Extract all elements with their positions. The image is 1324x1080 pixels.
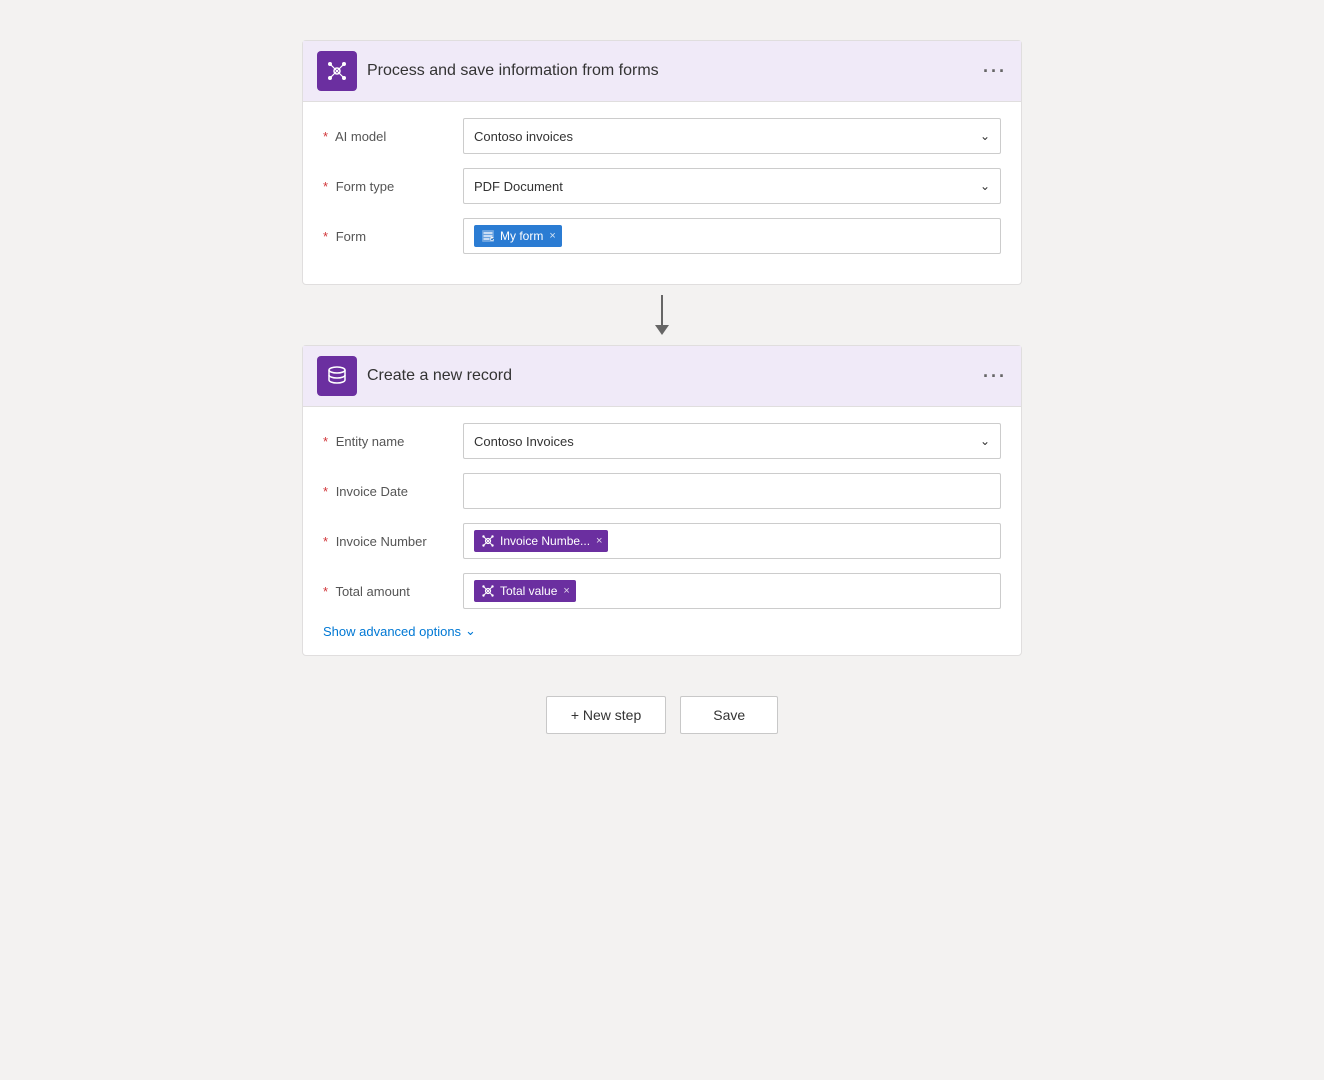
show-advanced-chevron-icon: ⌄ <box>465 623 476 639</box>
card-create-record-body: * Entity name Contoso Invoices ⌄ * Invoi… <box>303 407 1021 655</box>
invoice-number-tag-close[interactable]: × <box>596 535 602 547</box>
ai-builder-icon-2 <box>481 584 495 598</box>
invoice-number-required-star: * <box>323 534 328 549</box>
card-process-forms-menu[interactable]: ··· <box>983 61 1007 82</box>
card-process-forms-title: Process and save information from forms <box>367 62 973 80</box>
ai-model-value: Contoso invoices <box>474 129 573 144</box>
invoice-date-row: * Invoice Date <box>323 473 1001 509</box>
invoice-number-tag: Invoice Numbe... × <box>474 530 608 552</box>
total-amount-input[interactable]: Total value × <box>463 573 1001 609</box>
form-required-star: * <box>323 229 328 244</box>
entity-name-chevron-icon: ⌄ <box>980 434 990 448</box>
ai-model-row: * AI model Contoso invoices ⌄ <box>323 118 1001 154</box>
invoice-date-label: * Invoice Date <box>323 484 463 499</box>
my-form-tag: My form × <box>474 225 562 247</box>
my-form-tag-close[interactable]: × <box>549 230 555 242</box>
page-container: Process and save information from forms … <box>0 20 1324 1080</box>
invoice-number-row: * Invoice Number <box>323 523 1001 559</box>
total-amount-required-star: * <box>323 584 328 599</box>
arrow-head-1 <box>655 325 669 335</box>
form-type-select[interactable]: PDF Document ⌄ <box>463 168 1001 204</box>
card-process-forms-header: Process and save information from forms … <box>303 41 1021 102</box>
flow-container: Process and save information from forms … <box>302 40 1022 734</box>
arrow-connector-1 <box>655 285 669 345</box>
show-advanced-options[interactable]: Show advanced options ⌄ <box>323 623 1001 639</box>
card-create-record-icon <box>317 356 357 396</box>
save-button[interactable]: Save <box>680 696 778 734</box>
my-form-tag-icon <box>480 228 496 244</box>
ai-model-required-star: * <box>323 129 328 144</box>
form-type-chevron-icon: ⌄ <box>980 179 990 193</box>
invoice-number-label: * Invoice Number <box>323 534 463 549</box>
invoice-number-input[interactable]: Invoice Numbe... × <box>463 523 1001 559</box>
total-amount-label: * Total amount <box>323 584 463 599</box>
process-forms-svg-icon <box>325 59 349 83</box>
invoice-number-tag-icon <box>480 533 496 549</box>
form-type-label: * Form type <box>323 179 463 194</box>
total-amount-row: * Total amount <box>323 573 1001 609</box>
card-process-forms-icon <box>317 51 357 91</box>
arrow-line-1 <box>661 295 663 325</box>
form-input[interactable]: My form × <box>463 218 1001 254</box>
entity-name-row: * Entity name Contoso Invoices ⌄ <box>323 423 1001 459</box>
show-advanced-label: Show advanced options <box>323 624 461 639</box>
total-amount-tag-close[interactable]: × <box>563 585 569 597</box>
ai-model-select[interactable]: Contoso invoices ⌄ <box>463 118 1001 154</box>
card-create-record-header: Create a new record ··· <box>303 346 1021 407</box>
invoice-date-input[interactable] <box>463 473 1001 509</box>
my-form-tag-text: My form <box>500 229 543 243</box>
entity-name-required-star: * <box>323 434 328 449</box>
create-record-svg-icon <box>325 364 349 388</box>
new-step-button[interactable]: + New step <box>546 696 666 734</box>
form-type-required-star: * <box>323 179 328 194</box>
form-label: * Form <box>323 229 463 244</box>
total-amount-tag-text: Total value <box>500 584 557 598</box>
ai-model-chevron-icon: ⌄ <box>980 129 990 143</box>
entity-name-select[interactable]: Contoso Invoices ⌄ <box>463 423 1001 459</box>
card-create-record: Create a new record ··· * Entity name Co… <box>302 345 1022 656</box>
entity-name-value: Contoso Invoices <box>474 434 574 449</box>
form-row: * Form <box>323 218 1001 254</box>
card-create-record-title: Create a new record <box>367 367 973 385</box>
ai-builder-icon <box>481 534 495 548</box>
ai-model-label: * AI model <box>323 129 463 144</box>
bottom-buttons: + New step Save <box>546 696 778 734</box>
total-amount-tag: Total value × <box>474 580 576 602</box>
card-process-forms: Process and save information from forms … <box>302 40 1022 285</box>
invoice-date-required-star: * <box>323 484 328 499</box>
forms-icon <box>481 229 495 243</box>
form-type-row: * Form type PDF Document ⌄ <box>323 168 1001 204</box>
form-type-value: PDF Document <box>474 179 563 194</box>
invoice-number-tag-text: Invoice Numbe... <box>500 534 590 548</box>
card-process-forms-body: * AI model Contoso invoices ⌄ * Form typ… <box>303 102 1021 284</box>
entity-name-label: * Entity name <box>323 434 463 449</box>
total-amount-tag-icon <box>480 583 496 599</box>
card-create-record-menu[interactable]: ··· <box>983 366 1007 387</box>
